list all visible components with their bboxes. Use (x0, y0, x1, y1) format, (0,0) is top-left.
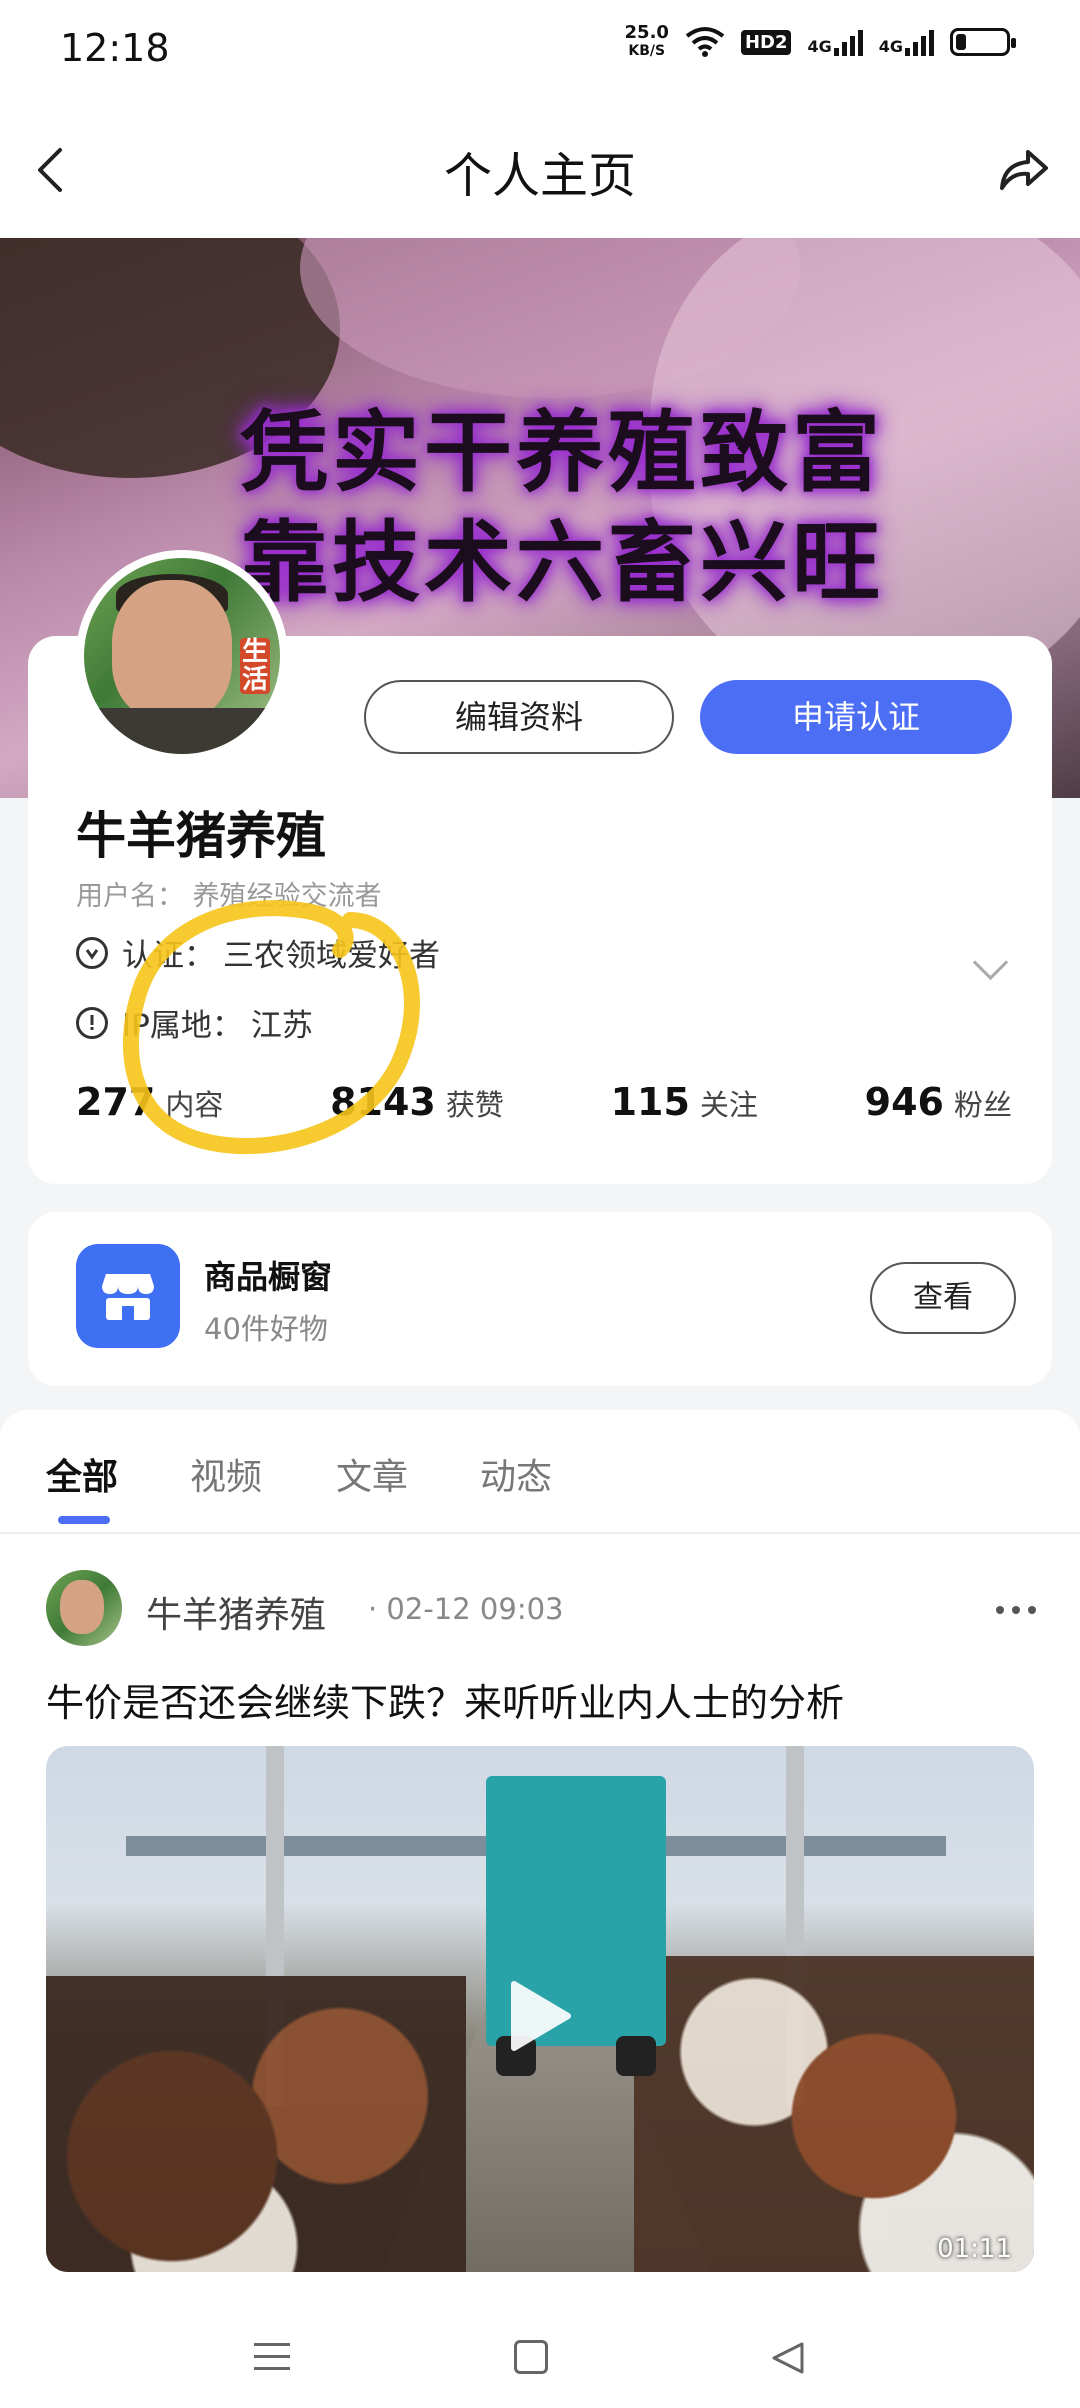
recent-apps-icon[interactable] (252, 2340, 292, 2374)
shop-window-card[interactable]: 商品橱窗 40件好物 查看 (28, 1212, 1052, 1386)
profile-username: 用户名： 养殖经验交流者 (76, 874, 382, 913)
apply-certification-button[interactable]: 申请认证 (700, 680, 1012, 754)
active-tab-indicator (58, 1516, 110, 1524)
status-time: 12:18 (60, 26, 170, 70)
banner-slogan-line-1: 凭实干养殖致富 (240, 401, 885, 504)
tab-moments[interactable]: 动态 (480, 1448, 552, 1500)
stat-following-count: 115 (610, 1080, 690, 1124)
battery-icon (950, 28, 1016, 56)
content-feed: 全部 视频 文章 动态 牛羊猪养殖 · 02-12 09:03 牛价是否还会继续… (0, 1410, 1080, 2310)
status-bar: 12:18 25.0 KB/S HD2 4G 4G (0, 0, 1080, 100)
content-tabs: 全部 视频 文章 动态 (0, 1410, 1080, 1534)
edit-profile-button[interactable]: 编辑资料 (364, 680, 674, 754)
username-label: 用户名： (76, 881, 184, 912)
post-title[interactable]: 牛价是否还会继续下跌？来听听业内人士的分析 (46, 1672, 844, 1727)
video-thumbnail[interactable]: 01:11 (46, 1746, 1034, 2272)
stat-likes[interactable]: 8143 获赞 (330, 1080, 504, 1124)
profile-stats: 277 内容 8143 获赞 115 关注 946 粉丝 (76, 1080, 1012, 1124)
post-author-name[interactable]: 牛羊猪养殖 (146, 1586, 326, 1638)
network-speed-unit: KB/S (628, 43, 666, 59)
video-duration: 01:11 (937, 2234, 1012, 2264)
ip-location-label: IP属地： (122, 1008, 243, 1044)
signal-icon-2: 4G (879, 28, 934, 56)
status-icons: 25.0 KB/S HD2 4G 4G (625, 24, 1016, 60)
view-shop-button[interactable]: 查看 (870, 1262, 1016, 1334)
signal-icon-1: 4G (807, 28, 863, 56)
hd-voice-icon: HD2 (740, 29, 792, 55)
system-navigation-bar (0, 2298, 1080, 2408)
signal-type-2: 4G (878, 37, 903, 56)
profile-name: 牛羊猪养殖 (76, 807, 326, 865)
banner-slogan: 凭实干养殖致富 靠技术六畜兴旺 (240, 398, 1080, 618)
play-icon[interactable] (496, 1976, 576, 2056)
certification-row: 认证： 三农领域爱好者 (76, 930, 440, 975)
stat-followers-count: 946 (864, 1080, 944, 1124)
stat-following-label: 关注 (699, 1088, 758, 1122)
certification-label: 认证： (122, 938, 215, 974)
battery-fill (956, 34, 966, 50)
stat-content-count: 277 (76, 1080, 156, 1124)
stat-following[interactable]: 115 关注 (611, 1080, 758, 1124)
info-icon (76, 1006, 108, 1039)
network-speed-value: 25.0 (624, 22, 669, 43)
post-author-avatar[interactable] (46, 1570, 122, 1646)
certification-value: 三农领域爱好者 (223, 938, 440, 974)
tab-all[interactable]: 全部 (46, 1448, 118, 1500)
storefront-icon (76, 1244, 180, 1348)
stat-likes-label: 获赞 (445, 1088, 504, 1122)
wifi-icon (685, 27, 725, 57)
share-icon[interactable] (994, 140, 1054, 200)
stat-content[interactable]: 277 内容 (76, 1080, 223, 1124)
profile-avatar[interactable]: 生活 (76, 550, 288, 762)
verified-icon (76, 936, 108, 969)
shop-title: 商品橱窗 (204, 1258, 333, 1296)
username-value: 养殖经验交流者 (192, 881, 382, 912)
back-triangle-icon[interactable] (768, 2338, 808, 2378)
tab-videos[interactable]: 视频 (190, 1448, 262, 1500)
ip-location-value: 江苏 (250, 1008, 313, 1044)
post-timestamp: · 02-12 09:03 (368, 1592, 564, 1626)
signal-type-1: 4G (807, 37, 832, 56)
network-speed: 25.0 KB/S (625, 24, 669, 60)
stat-content-label: 内容 (165, 1088, 224, 1122)
more-options-icon[interactable] (996, 1606, 1036, 1614)
shop-subtitle: 40件好物 (204, 1312, 328, 1346)
stat-likes-count: 8143 (330, 1080, 436, 1124)
banner-slogan-line-2: 靠技术六畜兴旺 (240, 511, 885, 614)
tab-articles[interactable]: 文章 (336, 1448, 408, 1500)
stat-followers[interactable]: 946 粉丝 (865, 1080, 1012, 1124)
page-title: 个人主页 (443, 148, 636, 204)
avatar-tag: 生活 (240, 637, 270, 695)
stat-followers-label: 粉丝 (953, 1088, 1012, 1122)
home-icon[interactable] (514, 2340, 548, 2374)
ip-location-row: IP属地： 江苏 (76, 1000, 313, 1045)
top-nav-bar: 个人主页 (0, 100, 1080, 238)
